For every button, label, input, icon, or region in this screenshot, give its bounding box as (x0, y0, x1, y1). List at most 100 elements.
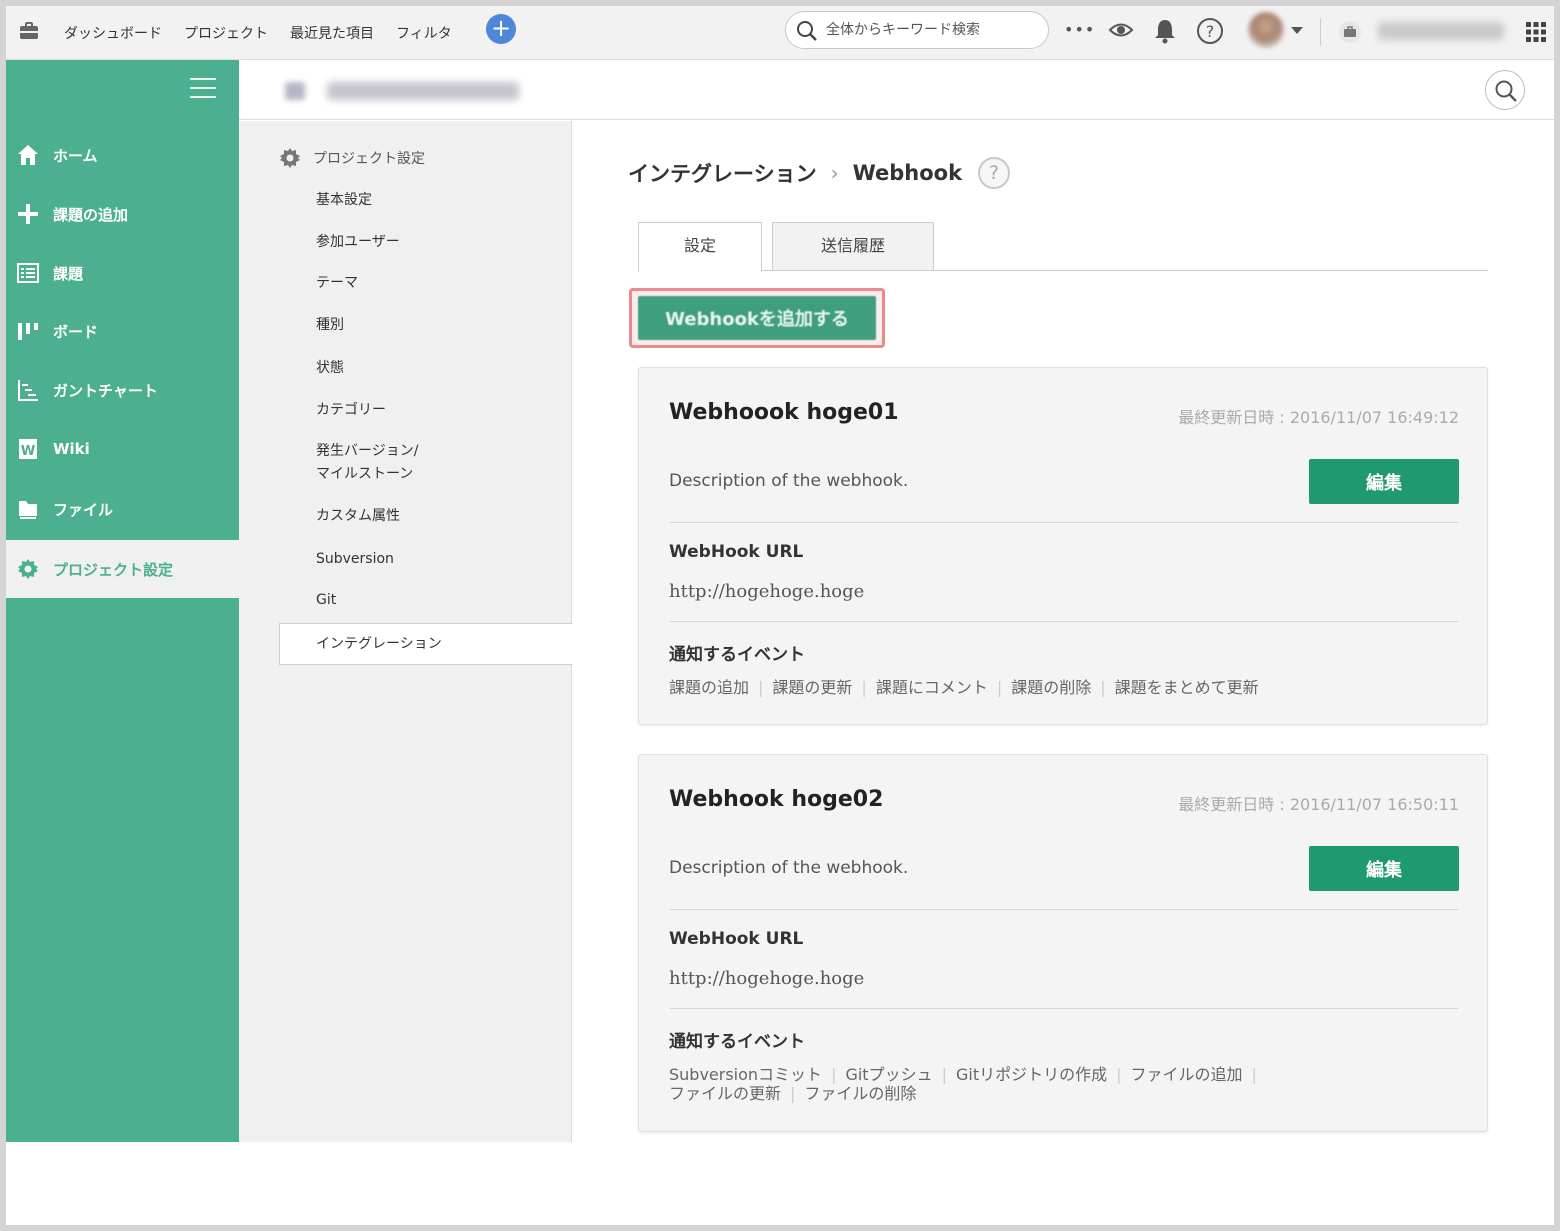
nav-filter[interactable]: フィルタ (396, 23, 452, 43)
settings-item-theme[interactable]: テーマ (316, 272, 358, 295)
search-input[interactable] (826, 20, 1036, 40)
global-header: ダッシュボード プロジェクト 最近見た項目 フィルタ + ••• ? (6, 6, 1554, 60)
nav-projects[interactable]: プロジェクト (184, 23, 268, 43)
space-name[interactable] (1378, 22, 1504, 40)
settings-item-integration-label: インテグレーション (316, 636, 442, 652)
global-add-button[interactable]: + (486, 14, 516, 44)
settings-item-integration[interactable]: インテグレーション (279, 623, 573, 665)
main-content: インテグレーション › Webhook ? 設定 送信履歴 Webhookを追加… (572, 121, 1554, 1225)
sidebar-item-label: ホーム (53, 146, 98, 165)
settings-item-subversion[interactable]: Subversion (316, 548, 394, 571)
sidebar-item-gantt[interactable]: ガントチャート (6, 361, 239, 419)
divider (1320, 18, 1321, 46)
chevron-down-icon[interactable] (1290, 26, 1304, 36)
global-search[interactable] (785, 11, 1049, 49)
event-item: ファイルの更新 (669, 1084, 782, 1103)
settings-item-types[interactable]: 種別 (316, 314, 344, 337)
global-nav: ダッシュボード プロジェクト 最近見た項目 フィルタ (64, 6, 474, 60)
nav-dashboard[interactable]: ダッシュボード (64, 23, 162, 43)
gantt-icon (18, 380, 38, 401)
webhook-updated: 最終更新日時 : 2016/11/07 16:49:12 (1178, 408, 1459, 427)
edit-button[interactable]: 編集 (1309, 459, 1459, 504)
events-label: 通知するイベント (669, 1032, 805, 1052)
webhook-description: Description of the webhook. (669, 858, 909, 878)
search-icon (1495, 80, 1517, 102)
webhook-name: Webhoook hoge01 (669, 400, 899, 425)
settings-nav-title-text: プロジェクト設定 (313, 151, 425, 167)
add-webhook-button[interactable]: Webhookを追加する (638, 296, 876, 340)
event-item: 課題にコメント (875, 678, 988, 697)
list-icon (17, 263, 39, 283)
app-grid-icon[interactable] (1526, 22, 1546, 42)
webhook-card: Webhoook hoge01 最終更新日時 : 2016/11/07 16:4… (638, 367, 1488, 725)
sidebar-item-label: ファイル (53, 500, 114, 519)
tabs-underline (638, 270, 1488, 271)
settings-nav-title: プロジェクト設定 (279, 147, 425, 169)
bell-icon[interactable] (1153, 18, 1177, 44)
eye-icon[interactable] (1108, 18, 1134, 42)
sidebar-item-label: 課題 (53, 264, 84, 283)
settings-item-members[interactable]: 参加ユーザー (316, 231, 400, 254)
event-item: 課題の更新 (772, 678, 853, 697)
breadcrumb: インテグレーション › Webhook ? (628, 157, 1011, 189)
gear-icon (18, 559, 38, 579)
project-icon[interactable] (285, 82, 305, 100)
settings-item-status[interactable]: 状態 (316, 357, 344, 380)
settings-item-git[interactable]: Git (316, 589, 336, 612)
project-search-button[interactable] (1485, 70, 1525, 110)
divider (669, 909, 1459, 910)
settings-item-basic[interactable]: 基本設定 (316, 189, 372, 212)
webhook-name: Webhook hoge02 (669, 787, 884, 812)
help-button[interactable]: ? (978, 157, 1011, 189)
events-list: 課題の追加 | 課題の更新 | 課題にコメント | 課題の削除 | 課題をまとめて更新 (669, 678, 1259, 697)
sidebar: ホーム 課題の追加 課題 ボード ガントチャート W Wiki ファイル プロジ (6, 60, 239, 1142)
edit-button[interactable]: 編集 (1309, 846, 1459, 891)
settings-item-category[interactable]: カテゴリー (316, 399, 386, 422)
webhook-url-label: WebHook URL (669, 542, 804, 562)
settings-nav: プロジェクト設定 基本設定 参加ユーザー テーマ 種別 状態 カテゴリー 発生バ… (239, 121, 573, 1142)
settings-item-custom-fields[interactable]: カスタム属性 (316, 505, 400, 528)
settings-item-version-1[interactable]: 発生バージョン/ (316, 440, 418, 463)
nav-recent[interactable]: 最近見た項目 (290, 23, 374, 43)
sidebar-item-label: ガントチャート (53, 381, 158, 400)
tab-history[interactable]: 送信履歴 (772, 222, 934, 270)
event-item: 課題の追加 (669, 678, 750, 697)
project-header (239, 60, 1554, 120)
event-item: ファイルの削除 (804, 1084, 917, 1103)
sidebar-item-home[interactable]: ホーム (6, 126, 239, 184)
divider (669, 522, 1459, 523)
project-name[interactable] (327, 82, 519, 100)
event-item: 課題をまとめて更新 (1114, 678, 1259, 697)
sidebar-item-project-settings[interactable]: プロジェクト設定 (6, 540, 239, 598)
webhook-updated: 最終更新日時 : 2016/11/07 16:50:11 (1178, 795, 1459, 814)
sidebar-item-files[interactable]: ファイル (6, 480, 239, 538)
svg-text:?: ? (1206, 22, 1215, 41)
board-icon (18, 323, 38, 340)
more-icon[interactable]: ••• (1064, 20, 1095, 39)
divider (669, 1008, 1459, 1009)
avatar[interactable] (1248, 12, 1284, 48)
breadcrumb-integration[interactable]: インテグレーション (628, 158, 817, 188)
sidebar-item-add-issue[interactable]: 課題の追加 (6, 185, 239, 243)
search-icon (797, 21, 817, 41)
wiki-icon: W (19, 439, 37, 459)
webhook-url: http://hogehoge.hoge (669, 968, 865, 989)
webhook-url-label: WebHook URL (669, 929, 804, 949)
briefcase-logo-icon[interactable] (18, 20, 40, 42)
settings-item-version-2[interactable]: マイルストーン (316, 463, 413, 486)
file-icon (19, 501, 37, 519)
tab-settings[interactable]: 設定 (638, 222, 762, 272)
event-item: Gitリポジトリの作成 (955, 1065, 1108, 1084)
events-label: 通知するイベント (669, 645, 805, 665)
hamburger-icon[interactable] (190, 76, 216, 100)
space-briefcase-icon[interactable] (1338, 20, 1362, 44)
sidebar-item-wiki[interactable]: W Wiki (6, 420, 239, 478)
divider (669, 621, 1459, 622)
sidebar-item-issues[interactable]: 課題 (6, 244, 239, 302)
event-item: Subversionコミット (669, 1065, 823, 1084)
sidebar-item-board[interactable]: ボード (6, 302, 239, 360)
events-list: Subversionコミット | Gitプッシュ | Gitリポジトリの作成 | ファイルの… (669, 1065, 1257, 1103)
help-icon[interactable]: ? (1196, 17, 1224, 45)
home-icon (18, 145, 38, 165)
event-item: 課題の削除 (1011, 678, 1092, 697)
